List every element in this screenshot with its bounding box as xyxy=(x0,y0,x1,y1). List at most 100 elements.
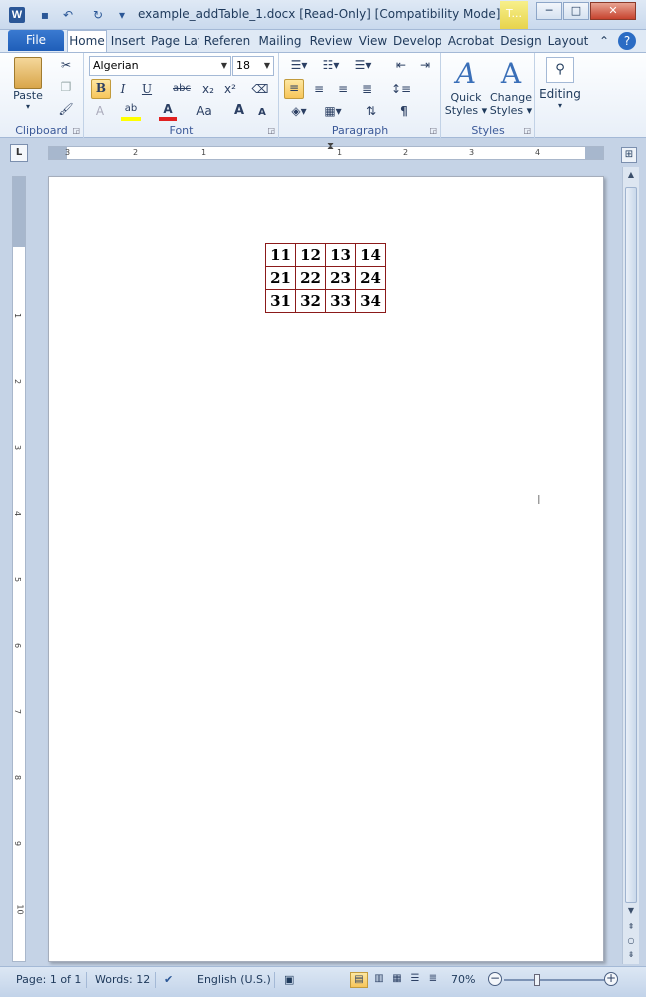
word-count[interactable]: Words: 12 xyxy=(95,973,150,986)
undo-icon[interactable]: ↶ xyxy=(60,7,76,23)
font-size-combo[interactable]: 18 ▼ xyxy=(232,56,274,76)
paragraph-launcher-icon[interactable]: ◲ xyxy=(429,126,437,135)
table-cell[interactable]: 24 xyxy=(355,266,386,290)
minimize-ribbon-icon[interactable]: ⌃ xyxy=(596,32,612,52)
word-app-icon[interactable]: W xyxy=(9,7,25,23)
clear-formatting-icon[interactable]: ⌫ xyxy=(251,81,269,97)
table-cell[interactable]: 21 xyxy=(265,266,296,290)
table-cell[interactable]: 34 xyxy=(355,289,386,313)
shading-icon[interactable]: ◈▾ xyxy=(286,103,312,119)
scroll-up-icon[interactable]: ▲ xyxy=(623,167,639,183)
scroll-down-icon[interactable]: ▼ xyxy=(623,903,639,919)
proofing-icon[interactable]: ✔ xyxy=(164,973,173,986)
document-page[interactable]: 11 12 13 14 21 22 23 24 31 32 33 34 I xyxy=(48,176,604,962)
justify-icon[interactable]: ≣ xyxy=(358,81,376,97)
scroll-thumb[interactable] xyxy=(625,187,637,903)
strikethrough-button[interactable]: abc xyxy=(171,81,193,97)
redo-icon[interactable]: ↻ xyxy=(90,7,106,23)
format-painter-icon[interactable]: 🖌 xyxy=(58,101,74,117)
vertical-ruler[interactable]: 1 2 3 4 5 6 7 8 9 10 xyxy=(12,176,26,962)
copy-icon[interactable]: ❐ xyxy=(58,79,74,95)
align-right-icon[interactable]: ≡ xyxy=(334,81,352,97)
editing-button[interactable]: ⚲ Editing ▾ xyxy=(538,57,582,110)
superscript-button[interactable]: x² xyxy=(221,81,239,97)
tab-layout[interactable]: Layout xyxy=(546,32,590,52)
decrease-indent-icon[interactable]: ⇤ xyxy=(392,57,410,73)
align-center-icon[interactable]: ≡ xyxy=(310,81,328,97)
borders-icon[interactable]: ▦▾ xyxy=(320,103,346,119)
save-icon[interactable]: ▪ xyxy=(37,7,53,23)
font-name-combo[interactable]: Algerian ▼ xyxy=(89,56,231,76)
bold-button[interactable]: B xyxy=(91,79,111,99)
tab-insert[interactable]: Insert xyxy=(108,32,148,52)
tab-design[interactable]: Design xyxy=(499,32,543,52)
zoom-out-icon[interactable]: − xyxy=(488,972,502,986)
view-ruler-icon[interactable]: ⊞ xyxy=(621,147,637,163)
italic-button[interactable]: I xyxy=(115,81,131,97)
tab-selector-button[interactable]: L xyxy=(10,144,28,162)
highlight-button[interactable]: ab xyxy=(121,101,141,121)
zoom-slider[interactable] xyxy=(504,974,604,986)
document-table[interactable]: 11 12 13 14 21 22 23 24 31 32 33 34 xyxy=(265,243,386,313)
help-icon[interactable]: ? xyxy=(618,32,636,50)
indent-marker-icon[interactable]: ⧗ xyxy=(327,141,334,153)
align-left-button[interactable]: ≡ xyxy=(284,79,304,99)
page-count[interactable]: Page: 1 of 1 xyxy=(16,973,81,986)
table-cell[interactable]: 13 xyxy=(325,243,356,267)
web-layout-view-icon[interactable]: ▦ xyxy=(388,972,406,988)
table-cell[interactable]: 33 xyxy=(325,289,356,313)
vertical-scrollbar[interactable]: ▲ ▼ ⇞ ○ ⇟ xyxy=(622,167,639,964)
table-cell[interactable]: 22 xyxy=(295,266,326,290)
change-case-button[interactable]: Aa xyxy=(193,103,215,119)
zoom-slider-thumb[interactable] xyxy=(534,974,541,986)
table-cell[interactable]: 12 xyxy=(295,243,326,267)
change-styles-button[interactable]: A Change Styles ▾ xyxy=(488,57,534,117)
next-page-icon[interactable]: ⇟ xyxy=(623,947,639,963)
customize-qat-icon[interactable]: ▾ xyxy=(114,7,130,23)
full-screen-reading-view-icon[interactable]: ▥ xyxy=(370,972,388,988)
cut-icon[interactable]: ✂ xyxy=(58,57,74,73)
text-effects-icon[interactable]: A xyxy=(91,103,109,119)
outline-view-icon[interactable]: ☰ xyxy=(406,972,424,988)
tab-file[interactable]: File xyxy=(8,30,64,51)
show-hide-button[interactable]: ¶ xyxy=(396,103,412,119)
horizontal-ruler[interactable]: 3 2 1 1 2 3 4 ⧗ xyxy=(48,141,604,160)
tab-page-layout[interactable]: Page Lay xyxy=(151,32,199,52)
tab-home[interactable]: Home xyxy=(67,30,107,52)
numbering-icon[interactable]: ☷▾ xyxy=(318,57,344,73)
zoom-in-icon[interactable]: + xyxy=(604,972,618,986)
font-color-button[interactable]: A xyxy=(159,101,177,121)
tab-mailings[interactable]: Mailing xyxy=(256,32,304,52)
multilevel-list-icon[interactable]: ☰▾ xyxy=(350,57,376,73)
bullets-icon[interactable]: ☰▾ xyxy=(286,57,312,73)
increase-indent-icon[interactable]: ⇥ xyxy=(416,57,434,73)
styles-launcher-icon[interactable]: ◲ xyxy=(523,126,531,135)
tab-view[interactable]: View xyxy=(357,32,389,52)
zoom-level[interactable]: 70% xyxy=(451,973,475,986)
underline-button[interactable]: U xyxy=(139,81,155,97)
table-cell[interactable]: 23 xyxy=(325,266,356,290)
tab-references[interactable]: Referen xyxy=(202,32,252,52)
table-cell[interactable]: 31 xyxy=(265,289,296,313)
subscript-button[interactable]: x₂ xyxy=(199,81,217,97)
table-cell[interactable]: 14 xyxy=(355,243,386,267)
maximize-button[interactable]: □ xyxy=(563,2,589,20)
minimize-button[interactable]: ─ xyxy=(536,2,562,20)
grow-font-button[interactable]: A xyxy=(231,103,247,119)
draft-view-icon[interactable]: ≣ xyxy=(424,972,442,988)
table-cell[interactable]: 11 xyxy=(265,243,296,267)
quick-styles-button[interactable]: A Quick Styles ▾ xyxy=(444,57,488,117)
line-spacing-icon[interactable]: ↕≡ xyxy=(388,81,414,97)
tab-acrobat[interactable]: Acrobat xyxy=(446,32,496,52)
tab-review[interactable]: Review xyxy=(308,32,354,52)
font-launcher-icon[interactable]: ◲ xyxy=(267,126,275,135)
print-layout-view-button[interactable]: ▤ xyxy=(350,972,368,988)
paste-button[interactable]: Paste ▾ xyxy=(8,57,48,121)
close-button[interactable]: ✕ xyxy=(590,2,636,20)
tab-developer[interactable]: Develop xyxy=(393,32,441,52)
macro-recording-icon[interactable]: ▣ xyxy=(284,973,294,986)
table-cell[interactable]: 32 xyxy=(295,289,326,313)
sort-icon[interactable]: ⇅ xyxy=(362,103,380,119)
shrink-font-button[interactable]: A xyxy=(255,105,269,121)
clipboard-launcher-icon[interactable]: ◲ xyxy=(72,126,80,135)
